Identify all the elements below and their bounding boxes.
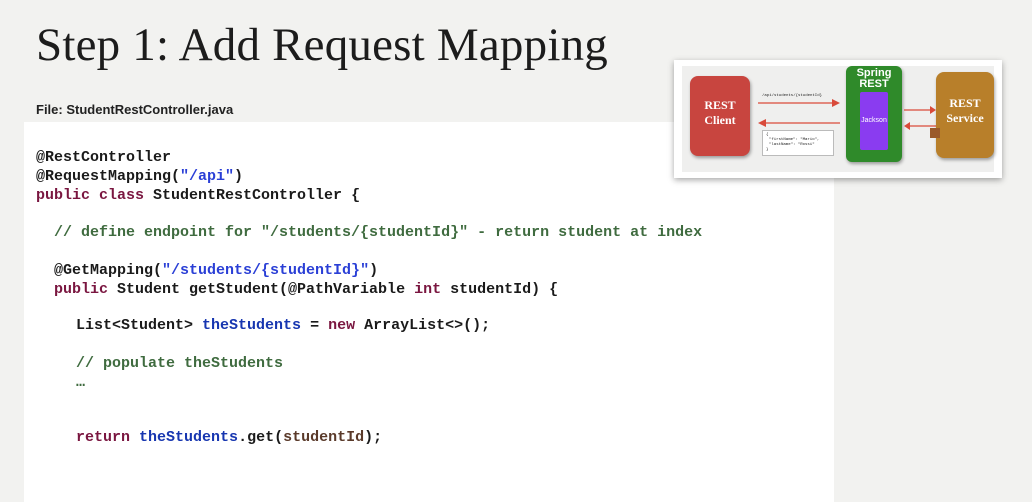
spring-rest-label: REST (859, 78, 889, 90)
code-line-3: public class StudentRestController { (36, 187, 360, 204)
code-line-1: @RestController (36, 149, 171, 166)
code-text: ); (364, 429, 383, 446)
code-keyword: new (328, 317, 356, 334)
json-line: "firstName": "Mario", (769, 138, 820, 142)
code-line-9: … (76, 374, 85, 391)
code-variable: theStudents (139, 429, 239, 446)
code-text: ArrayList<>(); (355, 317, 491, 334)
code-text: .get( (238, 429, 284, 446)
code-keyword: public class (36, 187, 145, 204)
slide-title: Step 1: Add Request Mapping (36, 19, 608, 71)
rest-client-label: Client (704, 113, 736, 127)
json-payload: { "firstName": "Mario", "lastName": "Ros… (762, 130, 834, 156)
code-comment: // populate theStudents (76, 355, 284, 372)
rest-client-box: REST Client (690, 76, 750, 156)
architecture-diagram-thumbnail: REST Client /api/students/{studentId} { … (674, 60, 1002, 178)
code-variable: theStudents (202, 317, 302, 334)
response-arrow (758, 119, 840, 127)
rest-service-label: REST (949, 96, 981, 110)
code-string: "/api" (180, 168, 235, 185)
code-line-7: List<Student> theStudents = new ArrayLis… (76, 317, 490, 334)
code-text: StudentRestController { (144, 187, 361, 204)
code-text: ) (234, 168, 244, 185)
code-line-10: return theStudents.get(studentId); (76, 429, 382, 446)
json-line: { (766, 133, 769, 137)
code-ellipsis: … (76, 374, 86, 391)
code-comment: // define endpoint for "/students/{stude… (54, 224, 703, 241)
code-text: ) (369, 262, 379, 279)
diagram-canvas: REST Client /api/students/{studentId} { … (682, 66, 994, 172)
json-line: } (766, 148, 769, 152)
code-line-4: // define endpoint for "/students/{stude… (54, 224, 702, 241)
code-line-5: @GetMapping("/students/{studentId}") (54, 262, 378, 279)
code-annotation: @GetMapping( (54, 262, 163, 279)
code-keyword: int (414, 281, 442, 298)
file-label: File: StudentRestController.java (36, 102, 234, 117)
code-text: studentId) { (441, 281, 559, 298)
code-text: = (301, 317, 329, 334)
code-argument: studentId (283, 429, 365, 446)
code-text: Student getStudent(@PathVariable (108, 281, 415, 298)
code-text: List<Student> (76, 317, 203, 334)
rest-service-label: Service (946, 111, 984, 125)
code-keyword: public (54, 281, 109, 298)
code-line-8: // populate theStudents (76, 355, 283, 372)
service-connector (930, 128, 940, 138)
jackson-box: Jackson (860, 92, 888, 150)
code-keyword: return (76, 429, 131, 446)
json-line: "lastName": "Rossi" (769, 143, 815, 147)
rest-service-box: REST Service (936, 72, 994, 158)
request-arrow (758, 99, 840, 107)
code-annotation: @RequestMapping( (36, 168, 181, 185)
code-annotation: @RestController (36, 149, 172, 166)
code-line-2: @RequestMapping("/api") (36, 168, 243, 185)
code-line-6: public Student getStudent(@PathVariable … (54, 281, 558, 298)
spring-rest-box: Spring REST Jackson (846, 66, 902, 162)
rest-client-label: REST (704, 98, 736, 112)
code-string: "/students/{studentId}" (162, 262, 370, 279)
